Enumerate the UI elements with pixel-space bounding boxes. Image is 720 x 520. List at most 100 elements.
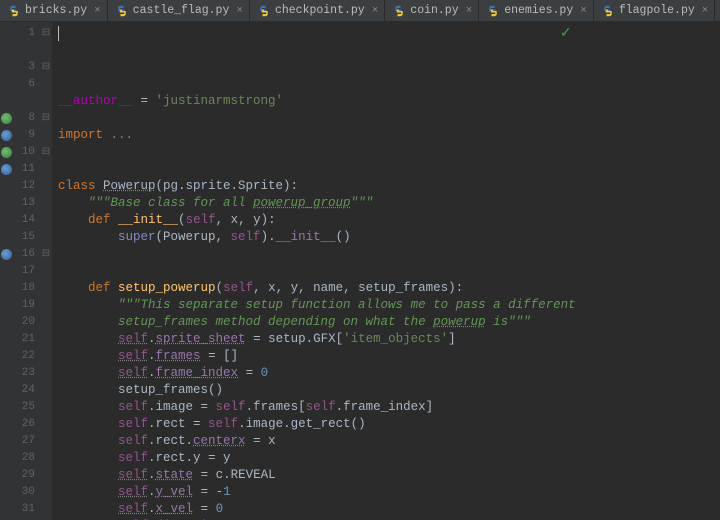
run-gutter-icon[interactable] [1,147,12,158]
fold-toggle[interactable]: ⊟ [40,144,52,161]
fold-toggle[interactable]: ⊟ [40,59,52,76]
code-line[interactable]: setup_frames() [58,382,576,399]
code-line[interactable]: self.frame_index = 0 [58,365,576,382]
code-line[interactable]: self.image = self.frames[self.frame_inde… [58,399,576,416]
line-number: 17 [14,263,35,280]
line-number-gutter: 1368910111213141516171819202122232425262… [14,22,40,520]
line-number: 13 [14,195,35,212]
fold-toggle [40,42,52,59]
run-gutter-icon[interactable] [1,113,12,124]
line-number: 22 [14,348,35,365]
fold-toggle [40,450,52,467]
code-line[interactable]: self.state = c.REVEAL [58,467,576,484]
code-line[interactable]: self.frames = [] [58,348,576,365]
code-line[interactable]: """This separate setup function allows m… [58,297,576,314]
fold-toggle [40,93,52,110]
tab-flashing_coin-py[interactable]: flashing_coin.py× [715,0,720,21]
line-number: 10 [14,144,35,161]
line-number: 8 [14,110,35,127]
line-number: 27 [14,433,35,450]
line-number: 25 [14,399,35,416]
tab-bricks-py[interactable]: bricks.py × [0,0,108,21]
fold-toggle [40,314,52,331]
tab-label: checkpoint.py [275,4,365,17]
tab-flagpole-py[interactable]: flagpole.py× [594,0,716,21]
fold-toggle [40,127,52,144]
fold-toggle [40,263,52,280]
fold-toggle [40,348,52,365]
fold-toggle[interactable]: ⊟ [40,246,52,263]
code-line[interactable]: setup_frames method depending on what th… [58,314,576,331]
fold-toggle [40,501,52,518]
fold-toggle[interactable]: ⊟ [40,110,52,127]
fold-toggle [40,433,52,450]
code-area[interactable]: ✓ __author__ = 'justinarmstrong' import … [52,22,576,520]
line-number [14,42,35,59]
code-line[interactable]: """Base class for all powerup_group""" [58,195,576,212]
code-line[interactable]: super(Powerup, self).__init__() [58,229,576,246]
line-number: 11 [14,161,35,178]
code-line[interactable] [58,263,576,280]
override-gutter-icon[interactable] [1,130,12,141]
text-caret [58,26,59,41]
line-number: 20 [14,314,35,331]
code-line[interactable]: self.rect.centerx = x [58,433,576,450]
line-number: 19 [14,297,35,314]
code-line[interactable] [58,161,576,178]
close-icon[interactable]: × [372,5,379,17]
code-line[interactable]: def __init__(self, x, y): [58,212,576,229]
python-file-icon [116,5,128,17]
code-line[interactable]: import ... [58,127,576,144]
close-icon[interactable]: × [580,5,587,17]
line-number: 26 [14,416,35,433]
line-number: 21 [14,331,35,348]
code-line[interactable]: __author__ = 'justinarmstrong' [58,93,576,110]
code-line[interactable]: self.y_vel = -1 [58,484,576,501]
code-line[interactable]: def setup_powerup(self, x, y, name, setu… [58,280,576,297]
override-gutter-icon[interactable] [1,249,12,260]
fold-toggle [40,382,52,399]
close-icon[interactable]: × [702,5,709,17]
tab-castle_flag-py[interactable]: castle_flag.py× [108,0,250,21]
fold-toggle [40,297,52,314]
code-line[interactable]: self.x_vel = 0 [58,501,576,518]
inspection-ok-icon: ✓ [560,26,572,43]
fold-toggle [40,76,52,93]
override-gutter-icon[interactable] [1,164,12,175]
close-icon[interactable]: × [466,5,473,17]
line-number: 14 [14,212,35,229]
line-number [14,93,35,110]
tab-coin-py[interactable]: coin.py× [385,0,479,21]
line-number: 23 [14,365,35,382]
fold-toggle [40,467,52,484]
tab-enemies-py[interactable]: enemies.py× [479,0,594,21]
fold-toggle [40,178,52,195]
line-number: 30 [14,484,35,501]
code-line[interactable] [58,144,576,161]
fold-toggle [40,212,52,229]
line-number: 29 [14,467,35,484]
line-number: 12 [14,178,35,195]
close-icon[interactable]: × [236,5,243,17]
code-line[interactable]: self.rect.y = y [58,450,576,467]
line-number: 1 [14,25,35,42]
fold-toggle [40,484,52,501]
code-line[interactable]: self.sprite_sheet = setup.GFX['item_obje… [58,331,576,348]
line-number: 31 [14,501,35,518]
line-number: 3 [14,59,35,76]
python-file-icon [393,5,405,17]
code-line[interactable]: class Powerup(pg.sprite.Sprite): [58,178,576,195]
tab-label: bricks.py [25,4,87,17]
code-line[interactable]: self.rect = self.image.get_rect() [58,416,576,433]
fold-toggle [40,195,52,212]
line-number: 15 [14,229,35,246]
line-number: 6 [14,76,35,93]
fold-toggle [40,331,52,348]
fold-gutter: ⊟ ⊟ ⊟ ⊟ ⊟ [40,22,52,520]
fold-toggle[interactable]: ⊟ [40,25,52,42]
code-line[interactable] [58,110,576,127]
close-icon[interactable]: × [94,5,101,17]
tab-checkpoint-py[interactable]: checkpoint.py × [250,0,385,21]
code-line[interactable] [58,246,576,263]
gutter-marks [0,22,14,520]
